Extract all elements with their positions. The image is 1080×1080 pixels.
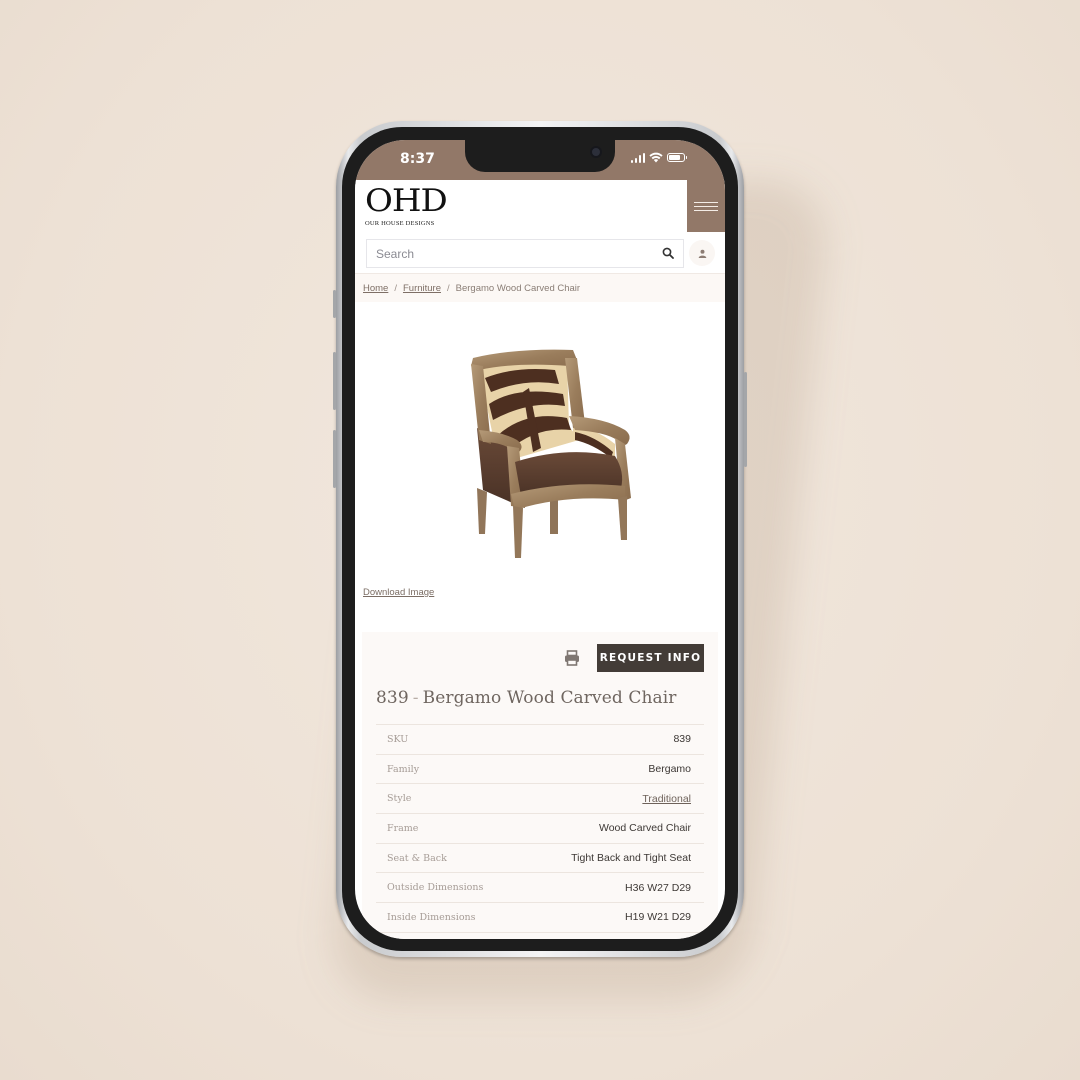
spec-value: H36 W27 D29 — [625, 881, 691, 894]
spec-value: H19 W21 D29 — [625, 911, 691, 924]
notch — [465, 140, 615, 172]
spec-label: Outside Dimensions — [387, 882, 484, 894]
spec-label: SKU — [387, 733, 409, 745]
download-image-link[interactable]: Download Image — [363, 587, 434, 598]
product-name: Bergamo Wood Carved Chair — [422, 688, 677, 708]
chair-front-leg — [513, 506, 523, 558]
volume-up-button — [333, 352, 336, 410]
breadcrumb-separator: / — [447, 282, 450, 294]
logo-text: OHD — [365, 182, 448, 220]
spec-row-inside-dimensions: Inside Dimensions H19 W21 D29 — [376, 903, 704, 933]
product-details: REQUEST INFO 839- Bergamo Wood Carved Cha… — [362, 632, 718, 939]
phone-screen: 8:37 OHD OUR HOUSE DESIGNS Search Home /… — [355, 140, 725, 939]
power-button — [744, 372, 747, 467]
product-image-area: Download Image — [355, 302, 725, 632]
spec-value: Wood Carved Chair — [598, 822, 691, 835]
battery-icon — [667, 153, 687, 162]
status-time: 8:37 — [400, 151, 435, 167]
wifi-icon — [649, 152, 663, 163]
chair-back-leg — [550, 498, 558, 534]
spec-row-seat-back: Seat & Back Tight Back and Tight Seat — [376, 844, 704, 874]
product-number: 839 — [376, 688, 409, 708]
style-link[interactable]: Traditional — [642, 793, 691, 805]
hamburger-menu-icon[interactable] — [687, 180, 725, 232]
title-separator: - — [412, 688, 419, 708]
spec-label: Frame — [387, 822, 419, 834]
status-bar: 8:37 — [355, 140, 725, 180]
breadcrumb: Home / Furniture / Bergamo Wood Carved C… — [355, 274, 725, 302]
front-camera — [590, 146, 602, 158]
breadcrumb-furniture[interactable]: Furniture — [403, 283, 441, 294]
spec-label: Seat & Back — [387, 852, 447, 864]
search-box — [366, 239, 684, 268]
search-input[interactable] — [367, 240, 657, 267]
search-row — [355, 232, 725, 274]
user-icon — [698, 249, 706, 258]
site-logo[interactable]: OHD OUR HOUSE DESIGNS — [365, 182, 448, 227]
product-image[interactable] — [455, 348, 645, 560]
spec-label: Family — [387, 763, 420, 775]
product-title: 839- Bergamo Wood Carved Chair — [376, 688, 677, 708]
silent-switch — [333, 290, 336, 318]
volume-down-button — [333, 430, 336, 488]
breadcrumb-current: Bergamo Wood Carved Chair — [455, 282, 581, 294]
search-icon[interactable] — [662, 247, 674, 259]
spec-row-family: Family Bergamo — [376, 755, 704, 785]
logo-subtext: OUR HOUSE DESIGNS — [365, 220, 435, 227]
spec-row-style: Style Traditional — [376, 784, 704, 815]
spec-value: Bergamo — [648, 763, 691, 776]
spec-row-sku: SKU 839 — [376, 725, 704, 755]
spec-row-outside-dimensions: Outside Dimensions H36 W27 D29 — [376, 873, 704, 904]
print-icon[interactable] — [563, 649, 581, 667]
status-icons — [630, 152, 687, 163]
request-info-button[interactable]: REQUEST INFO — [597, 644, 704, 672]
spec-table: SKU 839 Family Bergamo Style Traditional… — [376, 724, 704, 933]
spec-value: Tight Back and Tight Seat — [571, 852, 691, 865]
spec-value: 839 — [673, 733, 691, 746]
breadcrumb-separator: / — [394, 282, 397, 294]
site-header: OHD OUR HOUSE DESIGNS — [355, 180, 725, 232]
account-button[interactable] — [689, 240, 715, 266]
breadcrumb-home[interactable]: Home — [363, 283, 388, 294]
cellular-signal-icon — [630, 152, 645, 163]
spec-label: Inside Dimensions — [387, 911, 476, 923]
spec-label: Style — [387, 793, 412, 805]
spec-row-frame: Frame Wood Carved Chair — [376, 814, 704, 844]
